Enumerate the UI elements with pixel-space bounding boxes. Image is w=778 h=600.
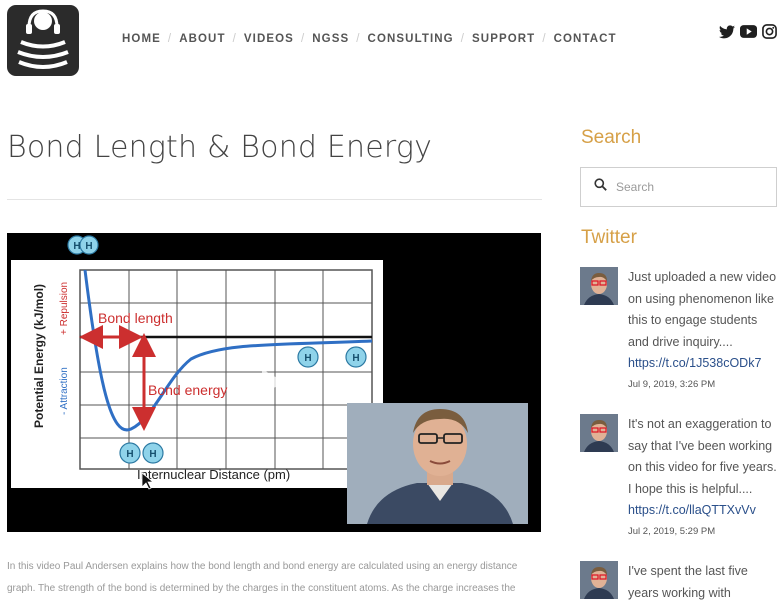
tweet-link[interactable]: https://t.co/llaQTTXvVv: [628, 500, 778, 522]
nav-ngss[interactable]: NGSS: [312, 33, 349, 45]
tweet-text: It's not an exaggeration to say that I'v…: [628, 417, 777, 496]
nav-videos[interactable]: VIDEOS: [244, 33, 294, 45]
nav-separator: /: [460, 33, 466, 45]
nav-support[interactable]: SUPPORT: [472, 33, 535, 45]
social-links: [719, 24, 777, 44]
twitter-heading: Twitter: [581, 227, 637, 248]
atom-label: H: [304, 353, 311, 364]
tweet-text: I've spent the last five years working w…: [628, 564, 748, 600]
nav-home[interactable]: HOME: [122, 33, 161, 45]
site-logo[interactable]: [7, 5, 79, 76]
nav-separator: /: [542, 33, 547, 45]
main-nav: HOME / ABOUT / VIDEOS / NGSS / CONSULTIN…: [122, 33, 617, 45]
search-box[interactable]: [580, 167, 777, 207]
tweet-link[interactable]: https://t.co/1J538cODk7: [628, 353, 778, 375]
bond-length-label: Bond length: [98, 310, 173, 326]
nav-separator: /: [356, 33, 361, 45]
atom-label: H: [149, 449, 156, 460]
nav-about[interactable]: ABOUT: [179, 33, 225, 45]
nav-consulting[interactable]: CONSULTING: [368, 33, 454, 45]
tweet-date: Jul 2, 2019, 5:29 PM: [628, 525, 716, 537]
search-heading: Search: [581, 127, 642, 148]
video-description: In this video Paul Andersen explains how…: [7, 561, 518, 594]
video-frame: Bond length Bond energy Potential Energy…: [11, 235, 528, 524]
nav-separator: /: [300, 33, 306, 45]
avatar[interactable]: [580, 561, 618, 599]
avatar[interactable]: [580, 414, 618, 452]
tweet-text: Just uploaded a new video on using pheno…: [628, 270, 777, 349]
video-player[interactable]: Bond length Bond energy Potential Energy…: [7, 233, 541, 532]
avatar[interactable]: [580, 267, 618, 305]
atom-label: H: [126, 449, 133, 460]
nav-separator: /: [232, 33, 237, 45]
repulsion-label: + Repulsion: [59, 282, 70, 335]
attraction-label: - Attraction: [59, 367, 70, 415]
atom-label: H: [352, 353, 359, 364]
youtube-icon[interactable]: [740, 25, 757, 43]
title-divider: [7, 199, 542, 200]
atom-label: H: [73, 241, 80, 252]
nav-separator: /: [167, 33, 173, 45]
search-icon: [594, 178, 607, 196]
x-axis-label: Internuclear Distance (pm): [137, 467, 290, 482]
tweet-date: Jul 9, 2019, 3:26 PM: [628, 378, 716, 390]
twitter-icon[interactable]: [719, 24, 735, 44]
headphones-logo-icon: [17, 9, 69, 69]
presenter-thumbnail: [347, 403, 528, 524]
page-title: Bond Length & Bond Energy: [7, 130, 433, 165]
instagram-icon[interactable]: [762, 24, 777, 44]
search-input[interactable]: [616, 180, 766, 194]
nav-contact[interactable]: CONTACT: [554, 33, 617, 45]
y-axis-label: Potential Energy (kJ/mol): [32, 284, 46, 428]
bond-energy-label: Bond energy: [148, 382, 227, 398]
atom-label: H: [85, 241, 92, 252]
